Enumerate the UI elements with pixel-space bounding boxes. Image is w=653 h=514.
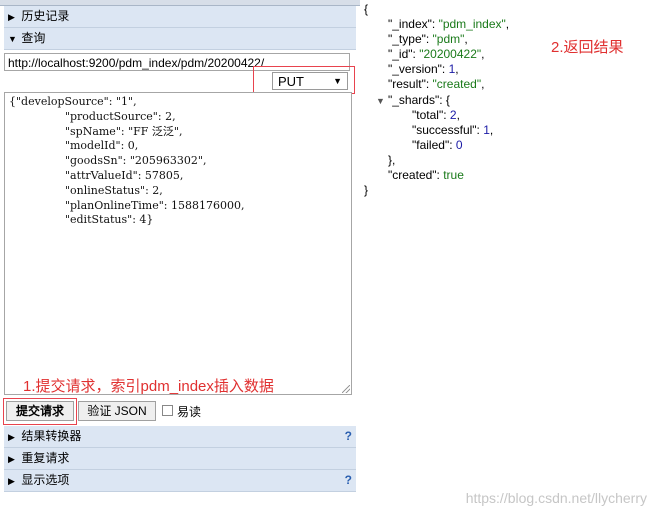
json-value: {: [445, 92, 450, 107]
request-body-text: {"developSource": "1", "productSource": …: [9, 95, 245, 227]
json-key: "_type": [388, 32, 426, 47]
display-options-header[interactable]: ▶ 显示选项 ?: [4, 470, 356, 492]
result-transformer-header[interactable]: ▶ 结果转换器 ?: [4, 426, 356, 448]
json-line: },: [364, 153, 509, 168]
json-comma: ,: [464, 32, 468, 47]
json-colon: :: [425, 32, 433, 47]
json-line: ▼ "_shards": {: [364, 93, 509, 108]
json-line: "_version": 1,: [364, 62, 509, 77]
query-section-header[interactable]: ▼ 查询: [4, 28, 356, 50]
json-colon: :: [449, 137, 456, 152]
query-section-label: 查询: [21, 31, 46, 45]
json-bracket: }: [364, 183, 369, 198]
annotation-submit-request: 1.提交请求，索引pdm_index插入数据: [23, 378, 274, 395]
request-panel: ▶ 历史记录 ▼ 查询: [4, 6, 356, 50]
json-line: "_index": "pdm_index",: [364, 17, 509, 32]
json-colon: :: [439, 92, 446, 107]
json-comma: ,: [489, 122, 494, 137]
request-body-textarea[interactable]: {"developSource": "1", "productSource": …: [4, 92, 352, 395]
json-line: "_type": "pdm",: [364, 32, 509, 47]
json-key: "created": [388, 168, 437, 183]
json-value: "created": [432, 77, 482, 92]
json-value: 0: [455, 137, 463, 152]
caret-right-icon: ▶: [8, 12, 15, 22]
json-comma: ,: [505, 17, 510, 32]
json-bracket: {: [364, 2, 369, 16]
repeat-request-label: 重复请求: [21, 451, 70, 465]
json-comma: ,: [455, 62, 459, 77]
json-bracket: },: [388, 152, 396, 167]
json-line: "_id": "20200422",: [364, 47, 509, 62]
json-colon: :: [441, 62, 449, 77]
json-key: "_id": [388, 47, 413, 62]
json-colon: :: [425, 77, 433, 92]
bottom-sections: ▶ 结果转换器 ? ▶ 重复请求 ▶ 显示选项 ?: [4, 426, 356, 492]
collapse-toggle-icon[interactable]: ▼: [376, 94, 388, 109]
json-colon: :: [443, 107, 450, 122]
json-comma: ,: [456, 107, 460, 122]
readable-checkbox[interactable]: [162, 405, 173, 416]
json-colon: :: [431, 17, 439, 32]
history-section-header[interactable]: ▶ 历史记录: [4, 6, 356, 28]
json-line: "result": "created",: [364, 77, 509, 92]
json-key: "successful": [412, 122, 477, 137]
watermark: https://blog.csdn.net/llycherry: [465, 490, 647, 506]
json-comma: ,: [481, 77, 485, 92]
json-value: "20200422": [419, 47, 482, 62]
json-value: "pdm": [432, 32, 465, 47]
response-json: {"_index": "pdm_index", "_type": "pdm", "_…: [364, 2, 509, 198]
json-key: "total": [412, 107, 444, 122]
caret-right-icon: ▶: [8, 476, 15, 486]
json-line: "successful": 1,: [364, 123, 509, 138]
resize-handle[interactable]: [342, 385, 350, 393]
json-key: "_shards": [388, 92, 440, 107]
json-comma: ,: [481, 47, 485, 62]
result-transformer-label: 结果转换器: [21, 429, 82, 443]
validate-json-button[interactable]: 验证 JSON: [78, 401, 156, 421]
json-value: 1: [483, 122, 490, 137]
json-line: "total": 2,: [364, 108, 509, 123]
json-key: "_index": [388, 17, 432, 32]
submit-highlight-box: [3, 398, 77, 425]
json-line: {: [364, 2, 509, 17]
json-value: 2: [449, 107, 457, 122]
help-icon[interactable]: ?: [345, 426, 352, 447]
help-icon[interactable]: ?: [345, 470, 352, 491]
json-key: "result": [388, 77, 426, 92]
caret-down-icon: ▼: [8, 34, 17, 44]
json-line: "failed": 0: [364, 138, 509, 153]
json-line: "created": true: [364, 168, 509, 183]
caret-right-icon: ▶: [8, 454, 15, 464]
caret-right-icon: ▶: [8, 432, 15, 442]
json-key: "failed": [412, 137, 450, 152]
json-value: true: [443, 168, 464, 183]
json-key: "_version": [388, 62, 442, 77]
history-section-label: 历史记录: [21, 9, 70, 23]
readable-label: 易读: [177, 405, 202, 419]
json-line: }: [364, 183, 509, 198]
annotation-response: 2.返回结果: [551, 39, 624, 56]
display-options-label: 显示选项: [21, 473, 70, 487]
repeat-request-header[interactable]: ▶ 重复请求: [4, 448, 356, 470]
json-value: "pdm_index": [438, 17, 506, 32]
method-highlight-box: [253, 66, 355, 94]
